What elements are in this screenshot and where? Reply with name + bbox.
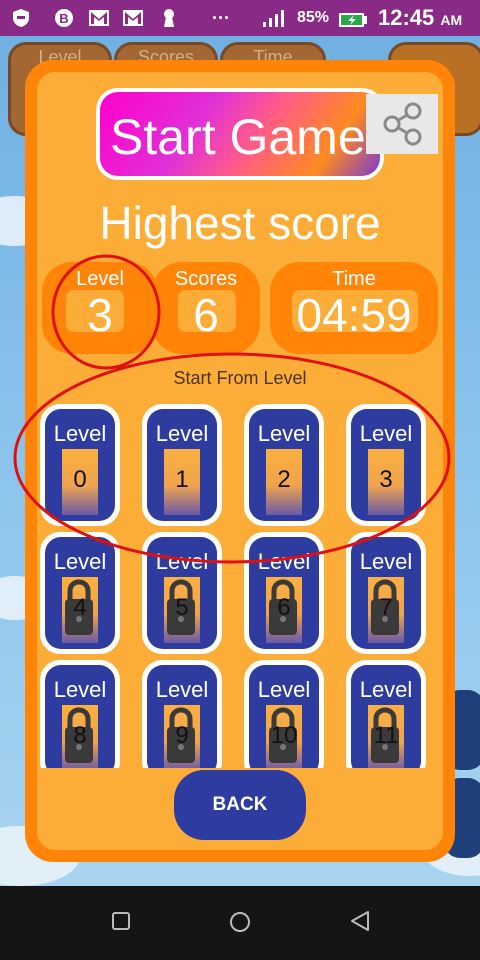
highest-score-title: Highest score <box>99 197 381 249</box>
level-number: 10 <box>270 722 298 749</box>
back-button[interactable]: BACK <box>174 770 306 840</box>
level-tile-body: Level 11 <box>351 665 421 768</box>
shield-icon <box>13 9 29 27</box>
level-tile-body: Level 6 <box>249 537 319 649</box>
start-from-level-label: Start From Level <box>173 368 307 388</box>
level-tile-label: Level <box>155 421 209 446</box>
home-icon[interactable] <box>228 910 252 934</box>
share-button[interactable] <box>366 94 438 154</box>
level-tile[interactable]: Level 7 <box>346 532 426 654</box>
level-number: 6 <box>277 594 291 621</box>
level-tile-label: Level <box>53 421 107 446</box>
level-tile-body: Level 5 <box>147 537 217 649</box>
level-tile-label: Level <box>257 421 311 446</box>
level-tile[interactable]: Level 2 <box>244 404 324 526</box>
level-tile[interactable]: Level 3 <box>346 404 426 526</box>
clock: 12:45 AM <box>378 5 463 30</box>
battery-icon <box>339 13 367 27</box>
stat-time: Time 04:59 <box>270 262 438 354</box>
level-number: 9 <box>175 722 189 749</box>
level-number: 1 <box>175 466 189 493</box>
level-tile[interactable]: Level 4 <box>40 532 120 654</box>
gmail-icon <box>89 10 109 26</box>
level-number: 11 <box>373 722 399 749</box>
stat-scores: Scores 6 <box>152 262 260 354</box>
start-game-button-fill: Start Game <box>100 92 380 176</box>
level-number: 0 <box>73 466 87 493</box>
level-tile-body: Level 8 <box>45 665 115 768</box>
share-icon <box>383 102 422 146</box>
level-tile-body: Level 1 <box>147 409 217 521</box>
b-badge-icon: B <box>55 9 73 27</box>
level-tile-body: Level 7 <box>351 537 421 649</box>
level-tile-body: Level 0 <box>45 409 115 521</box>
level-tile-body: Level 3 <box>351 409 421 521</box>
status-bar: B ··· 85% 12:45 AM <box>0 0 480 36</box>
recent-apps-icon[interactable] <box>110 910 132 932</box>
level-tile[interactable]: Level 11 <box>346 660 426 768</box>
gmail-icon <box>123 10 143 26</box>
level-number: 4 <box>73 594 87 621</box>
level-tile-label: Level <box>359 421 413 446</box>
level-tile-body: Level 9 <box>147 665 217 768</box>
start-game-label: Start Game <box>110 109 366 165</box>
level-tile-body: Level 10 <box>249 665 319 768</box>
stat-scores-value: 6 <box>193 289 219 341</box>
level-tile[interactable]: Level 1 <box>142 404 222 526</box>
level-number: 5 <box>175 594 189 621</box>
stat-level-value: 3 <box>87 289 113 341</box>
level-tile[interactable]: Level 8 <box>40 660 120 768</box>
stat-level: Level 3 <box>42 262 158 354</box>
level-number: 8 <box>73 722 87 749</box>
more-dots-icon: ··· <box>212 8 230 28</box>
level-grid: Level 0 Level 1 Level 2 Level 3 Level 4 Level 5 Leve… <box>36 400 446 768</box>
level-tile[interactable]: Level 9 <box>142 660 222 768</box>
level-tile-body: Level 4 <box>45 537 115 649</box>
navigation-bar <box>0 886 480 960</box>
level-number: 3 <box>379 466 393 493</box>
battery-percent: 85% <box>297 9 330 26</box>
start-game-button[interactable]: Start Game <box>96 88 384 180</box>
level-tile[interactable]: Level 0 <box>40 404 120 526</box>
level-tile-body: Level 2 <box>249 409 319 521</box>
level-number: 2 <box>277 466 291 493</box>
level-tile[interactable]: Level 10 <box>244 660 324 768</box>
stat-time-value: 04:59 <box>296 289 412 341</box>
signal-icon <box>263 10 284 27</box>
svg-text:B: B <box>59 11 68 26</box>
level-tile[interactable]: Level 6 <box>244 532 324 654</box>
level-tile[interactable]: Level 5 <box>142 532 222 654</box>
keyhole-icon <box>164 9 174 27</box>
back-nav-icon[interactable] <box>348 910 372 932</box>
level-number: 7 <box>379 594 393 621</box>
